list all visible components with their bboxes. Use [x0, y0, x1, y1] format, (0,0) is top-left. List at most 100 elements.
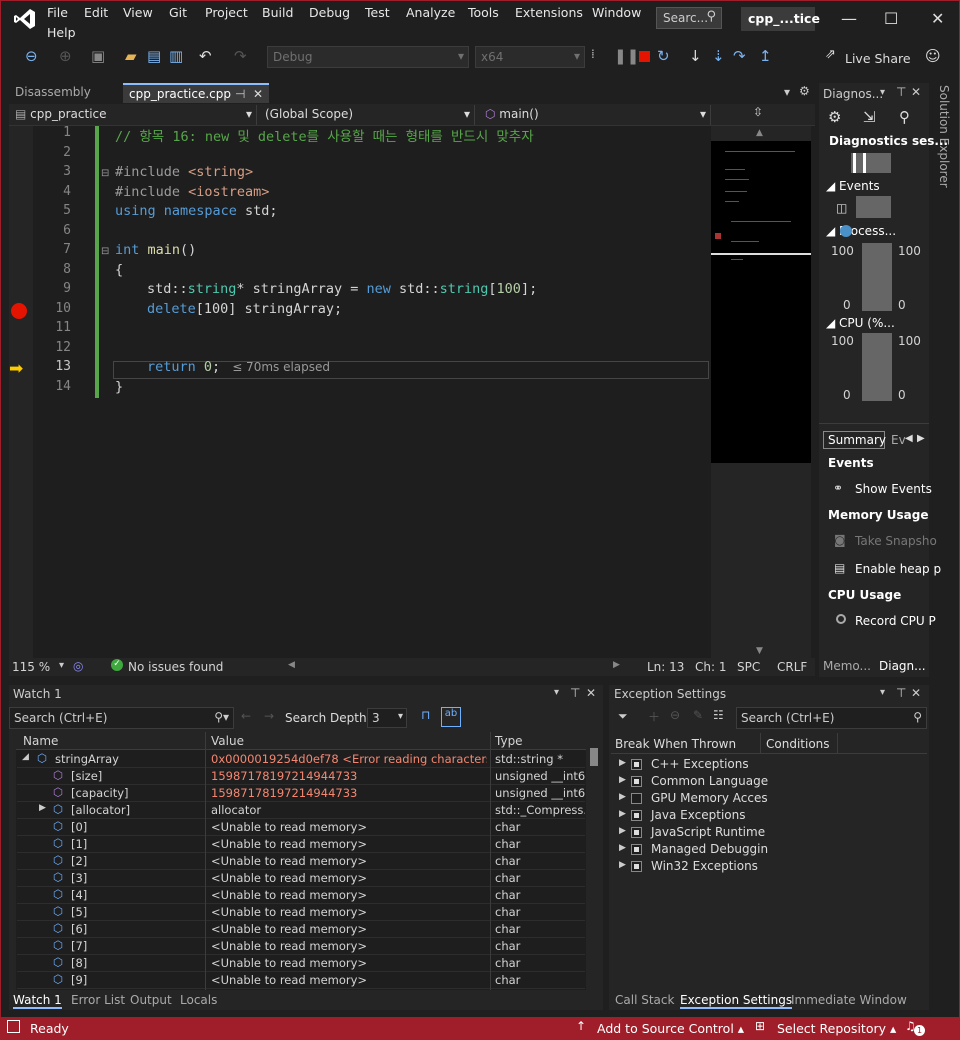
hex-display-icon[interactable]: ab — [441, 707, 461, 727]
col-value-header[interactable]: Value — [211, 734, 244, 748]
step-over-icon[interactable]: ↷ — [733, 47, 746, 65]
diagnostics-tab[interactable]: Diagn... — [879, 659, 926, 673]
collapse-icon[interactable]: ⊟ — [101, 246, 109, 257]
menu-extensions[interactable]: Extensions — [515, 5, 583, 20]
save-all-icon[interactable]: ▥ — [169, 47, 183, 65]
watch-value[interactable]: <Unable to read memory> — [211, 905, 487, 919]
back-icon[interactable]: ⊖ — [25, 47, 38, 65]
events-tab[interactable]: Ev — [891, 433, 906, 447]
search-depth-select[interactable]: 3 ▾ — [367, 708, 407, 728]
tab-cpp-practice[interactable]: cpp_practice.cpp ⊣ ✕ — [123, 83, 269, 103]
column-indicator[interactable]: Ch: 1 — [695, 660, 726, 674]
process-memory-section[interactable]: ◢ Process... — [826, 224, 896, 238]
expand-arrow-icon[interactable]: ▶ — [619, 758, 626, 768]
watch-row[interactable]: ⬡ [9] <Unable to read memory> char — [17, 972, 585, 989]
exception-checkbox[interactable] — [631, 793, 642, 804]
watch-row[interactable]: ⬡ [5] <Unable to read memory> char — [17, 904, 585, 921]
exception-checkbox[interactable] — [631, 844, 642, 855]
watch-value[interactable]: 0x0000019254d0ef78 <Error reading charac… — [211, 752, 487, 766]
edit-condition-icon[interactable]: ✎ — [693, 708, 703, 722]
tab-locals[interactable]: Locals — [180, 993, 217, 1007]
exception-category-row[interactable]: ▶ GPU Memory Acces — [617, 791, 917, 808]
watch-row[interactable]: ⬡ [4] <Unable to read memory> char — [17, 887, 585, 904]
exc-pin-icon[interactable]: ⊤ — [896, 686, 906, 700]
menu-tools[interactable]: Tools — [468, 5, 499, 20]
expand-arrow-icon[interactable]: ▶ — [619, 843, 626, 853]
exception-category-row[interactable]: ▶ Java Exceptions — [617, 808, 917, 825]
expand-arrow-icon[interactable]: ▶ — [39, 803, 46, 813]
live-share-icon[interactable]: ⇗ — [825, 47, 836, 62]
menu-view[interactable]: View — [123, 5, 153, 20]
exc-search-input[interactable]: Search (Ctrl+E) ⚲ — [736, 707, 927, 729]
watch-value[interactable]: <Unable to read memory> — [211, 820, 487, 834]
project-dropdown[interactable]: ▤ cpp_practice ▾ — [11, 105, 257, 125]
events-section[interactable]: ◢ Events — [826, 179, 880, 193]
exception-checkbox[interactable] — [631, 759, 642, 770]
watch-value[interactable]: <Unable to read memory> — [211, 939, 487, 953]
show-events-button[interactable]: Show Events — [855, 482, 932, 496]
expand-arrow-icon[interactable]: ▶ — [619, 809, 626, 819]
watch-value[interactable]: <Unable to read memory> — [211, 837, 487, 851]
menu-help[interactable]: Help — [47, 25, 76, 40]
pause-icon[interactable]: ❚❚ — [614, 47, 639, 65]
menu-file[interactable]: File — [47, 5, 68, 20]
new-project-icon[interactable]: ▣ — [91, 47, 105, 65]
show-next-statement-icon[interactable]: ↓ — [689, 47, 702, 65]
watch-close-icon[interactable]: ✕ — [586, 686, 596, 700]
exception-category-row[interactable]: ▶ Managed Debuggin — [617, 842, 917, 859]
menu-project[interactable]: Project — [205, 5, 248, 20]
feedback-icon[interactable]: ☺ — [925, 47, 941, 65]
watch-row[interactable]: ⬡ [1] <Unable to read memory> char — [17, 836, 585, 853]
perf-tip[interactable]: ≤ 70ms elapsed — [232, 360, 330, 374]
menu-build[interactable]: Build — [262, 5, 293, 20]
breakpoint-icon[interactable] — [11, 303, 27, 319]
zoom-dropdown-icon[interactable]: ▾ — [59, 660, 64, 671]
scroll-down-icon[interactable]: ▼ — [756, 646, 763, 656]
watch-row[interactable]: ⬡ [8] <Unable to read memory> char — [17, 955, 585, 972]
events-timeline[interactable] — [856, 196, 891, 218]
take-snapshot-button[interactable]: Take Snapsho — [855, 534, 937, 548]
undo-icon[interactable]: ↶ — [199, 47, 212, 65]
tab-exception-settings[interactable]: Exception Settings — [680, 993, 793, 1009]
continue-icon[interactable]: ⁞ — [591, 47, 595, 61]
configuration-select[interactable]: Debug ▾ — [267, 46, 469, 68]
watch-row[interactable]: ⬡ [7] <Unable to read memory> char — [17, 938, 585, 955]
memory-graph[interactable] — [862, 243, 892, 311]
maximize-icon[interactable]: ☐ — [884, 9, 898, 28]
restart-icon[interactable]: ↻ — [657, 47, 670, 65]
exception-checkbox[interactable] — [631, 861, 642, 872]
expand-arrow-icon[interactable]: ▶ — [619, 860, 626, 870]
diag-export-icon[interactable]: ⇲ — [863, 108, 876, 126]
hscroll-left-icon[interactable]: ◀ — [288, 660, 295, 670]
tab-watch1[interactable]: Watch 1 — [13, 993, 62, 1009]
expand-arrow-icon[interactable]: ▶ — [619, 826, 626, 836]
watch-pin-icon[interactable]: ⊤ — [570, 686, 580, 700]
restore-defaults-icon[interactable]: ☷ — [713, 708, 724, 722]
col-type-header[interactable]: Type — [495, 734, 523, 748]
watch-row[interactable]: ⬡ [size] 15987178197214944733 unsigned __in… — [17, 768, 585, 785]
exception-category-row[interactable]: ▶ Common Language — [617, 774, 917, 791]
save-icon[interactable]: ▤ — [147, 47, 161, 65]
watch-dropdown-icon[interactable]: ▾ — [554, 687, 559, 698]
tab-disassembly[interactable]: Disassembly — [9, 83, 121, 103]
exception-category-row[interactable]: ▶ Win32 Exceptions — [617, 859, 917, 876]
watch-scrollbar[interactable] — [587, 732, 601, 990]
watch-value[interactable]: 15987178197214944733 — [211, 769, 487, 783]
menu-debug[interactable]: Debug — [309, 5, 350, 20]
watch-value[interactable]: allocator — [211, 803, 487, 817]
tab-immediate-window[interactable]: Immediate Window — [791, 993, 907, 1007]
col-conditions[interactable]: Conditions — [766, 737, 830, 751]
enable-heap-button[interactable]: Enable heap p — [855, 562, 941, 576]
settings-gear-icon[interactable]: ⚙ — [799, 84, 810, 98]
scope-dropdown[interactable]: (Global Scope) ▾ — [261, 105, 475, 125]
hscroll-right-icon[interactable]: ▶ — [613, 660, 620, 670]
diag-pin-icon[interactable]: ⊤ — [896, 85, 906, 99]
exception-checkbox[interactable] — [631, 827, 642, 838]
copilot-icon[interactable]: ◎ — [73, 659, 83, 673]
memory-tab[interactable]: Memo... — [823, 659, 871, 673]
menu-edit[interactable]: Edit — [84, 5, 108, 20]
tab-close-icon[interactable]: ✕ — [253, 87, 263, 101]
diag-zoom-icon[interactable]: ⚲ — [899, 108, 910, 126]
breakpoint-gutter[interactable] — [9, 126, 33, 658]
watch-row[interactable]: ◢ ⬡ stringArray 0x0000019254d0ef78 <Error r… — [17, 751, 585, 768]
